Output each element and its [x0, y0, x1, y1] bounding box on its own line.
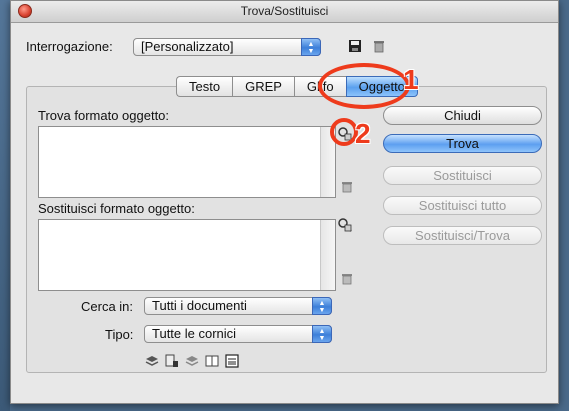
replace-format-label: Sostituisci formato oggetto: — [38, 201, 195, 216]
tab-grep[interactable]: GREP — [232, 76, 294, 97]
clear-find-format-icon[interactable] — [339, 181, 355, 197]
replace-button[interactable]: Sostituisci — [383, 166, 542, 185]
find-replace-dialog: Trova/Sostituisci Interrogazione: [Perso… — [10, 0, 559, 404]
specify-replace-format-icon[interactable] — [337, 217, 353, 233]
type-select[interactable]: Tutte le cornici ▲ ▼ — [144, 325, 332, 343]
search-in-value: Tutti i documenti — [152, 298, 247, 313]
find-format-box[interactable] — [38, 126, 336, 198]
include-footnotes-icon[interactable] — [224, 354, 240, 370]
annotation-number-2: 2 — [355, 118, 371, 149]
include-master-pages-icon[interactable] — [204, 354, 220, 370]
query-select[interactable]: [Personalizzato] ▲ ▼ — [133, 38, 321, 56]
chevron-updown-icon: ▲ ▼ — [312, 297, 332, 315]
desktop-background — [0, 0, 10, 411]
annotation-oval-icon — [330, 118, 358, 146]
type-value: Tutte le cornici — [152, 326, 237, 341]
replace-format-scrollbar[interactable] — [320, 220, 335, 290]
include-hidden-layers-icon[interactable] — [184, 354, 200, 370]
delete-query-icon[interactable] — [371, 39, 387, 55]
annotation-number-1: 1 — [403, 64, 419, 95]
find-button[interactable]: Trova — [383, 134, 542, 153]
include-locked-stories-icon[interactable] — [164, 354, 180, 370]
search-in-select[interactable]: Tutti i documenti ▲ ▼ — [144, 297, 332, 315]
type-label: Tipo: — [105, 327, 134, 342]
include-locked-layers-icon[interactable] — [144, 354, 160, 370]
annotation-oval-tab — [318, 63, 410, 109]
replace-format-box[interactable] — [38, 219, 336, 291]
query-label: Interrogazione: — [26, 39, 113, 54]
query-value: [Personalizzato] — [141, 39, 234, 54]
window-title: Trova/Sostituisci — [240, 4, 329, 18]
title-bar[interactable]: Trova/Sostituisci — [11, 1, 558, 23]
search-options-toolbar — [144, 354, 240, 370]
tab-testo[interactable]: Testo — [176, 76, 233, 97]
chevron-updown-icon: ▲ ▼ — [312, 325, 332, 343]
close-window-button[interactable] — [18, 4, 32, 18]
search-in-label: Cerca in: — [81, 299, 134, 314]
save-query-icon[interactable] — [347, 39, 363, 55]
clear-replace-format-icon[interactable] — [339, 273, 355, 289]
close-button[interactable]: Chiudi — [383, 106, 542, 125]
replace-all-button[interactable]: Sostituisci tutto — [383, 196, 542, 215]
replace-find-button[interactable]: Sostituisci/Trova — [383, 226, 542, 245]
find-format-label: Trova formato oggetto: — [38, 108, 170, 123]
chevron-updown-icon: ▲ ▼ — [301, 38, 321, 56]
